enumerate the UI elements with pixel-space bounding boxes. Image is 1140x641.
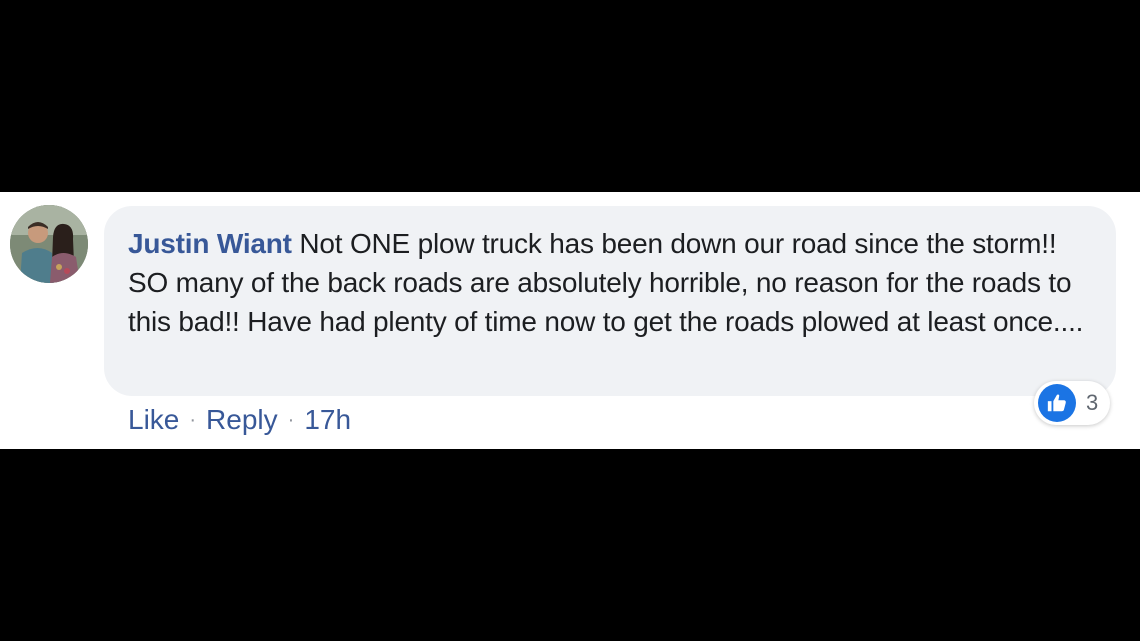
letterbox-top (0, 0, 1140, 192)
reaction-summary[interactable]: 3 (1034, 381, 1111, 425)
comment-author-link[interactable]: Justin Wiant (128, 228, 292, 259)
comment-timestamp[interactable]: 17h (304, 404, 351, 436)
reaction-count: 3 (1086, 390, 1099, 415)
thumbs-up-icon (1038, 384, 1076, 422)
avatar-photo (10, 205, 88, 283)
separator-dot: · (189, 408, 197, 431)
comment-bubble: Justin Wiant Not ONE plow truck has been… (104, 206, 1116, 396)
reply-button[interactable]: Reply (206, 404, 278, 436)
avatar[interactable] (10, 205, 88, 283)
comment-body: Justin Wiant Not ONE plow truck has been… (128, 224, 1094, 341)
comment-actions: Like · Reply · 17h (128, 404, 351, 436)
comment-panel: Justin Wiant Not ONE plow truck has been… (0, 192, 1140, 449)
like-button[interactable]: Like (128, 404, 179, 436)
letterbox-bottom (0, 449, 1140, 641)
separator-dot: · (287, 408, 295, 431)
